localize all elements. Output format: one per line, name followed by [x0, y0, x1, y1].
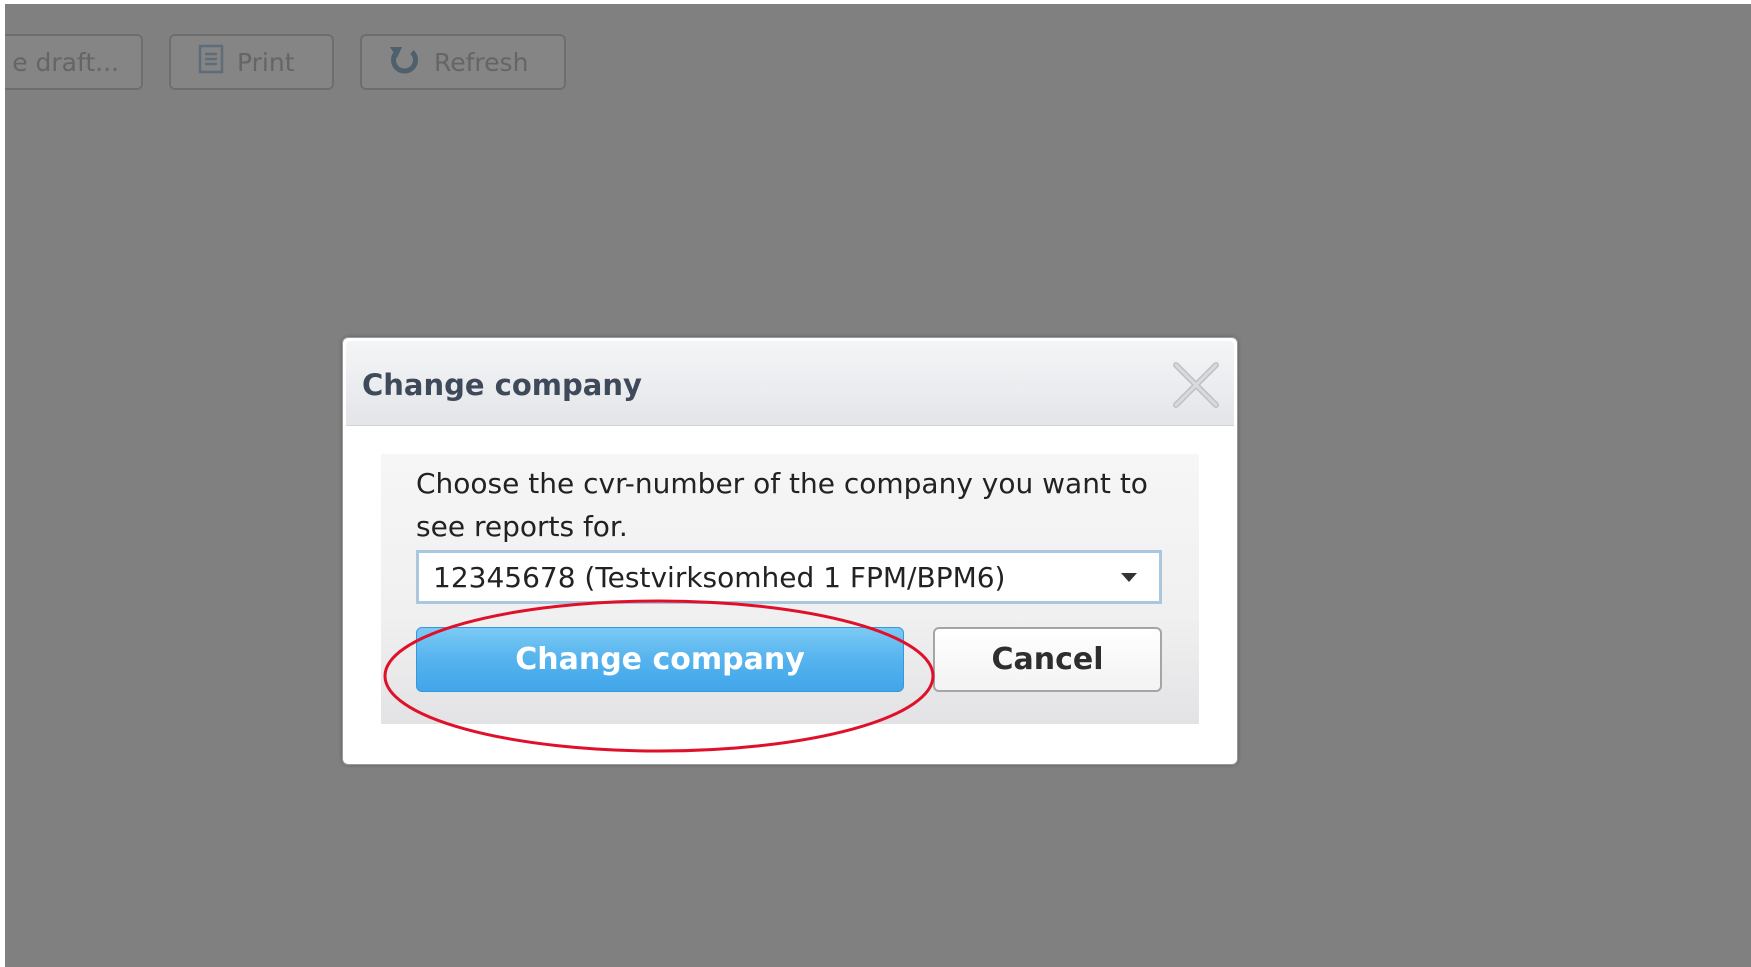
save-draft-button: e draft... [5, 34, 143, 90]
prompt-text: Choose the cvr-number of the company you… [416, 467, 1148, 543]
print-label: Print [237, 47, 295, 77]
change-company-dialog: Change company Choose the cvr-number of … [342, 337, 1238, 765]
chevron-down-icon [1121, 572, 1137, 582]
dialog-title: Change company [362, 368, 642, 402]
company-select-value: 12345678 (Testvirksomhed 1 FPM/BPM6) [433, 560, 1006, 594]
refresh-button: Refresh [360, 34, 566, 90]
change-company-button-label: Change company [515, 642, 805, 677]
company-select[interactable]: 12345678 (Testvirksomhed 1 FPM/BPM6) [416, 550, 1162, 604]
print-button: Print [169, 34, 334, 90]
refresh-label: Refresh [434, 47, 529, 77]
dialog-body: Choose the cvr-number of the company you… [381, 454, 1199, 724]
cancel-button-label: Cancel [991, 642, 1104, 677]
close-icon[interactable] [1170, 359, 1222, 411]
save-draft-label: e draft... [12, 47, 119, 77]
refresh-icon [388, 43, 422, 81]
cancel-button[interactable]: Cancel [933, 627, 1162, 692]
print-icon [197, 44, 225, 80]
change-company-button[interactable]: Change company [416, 627, 904, 692]
dialog-header: Change company [346, 341, 1234, 426]
